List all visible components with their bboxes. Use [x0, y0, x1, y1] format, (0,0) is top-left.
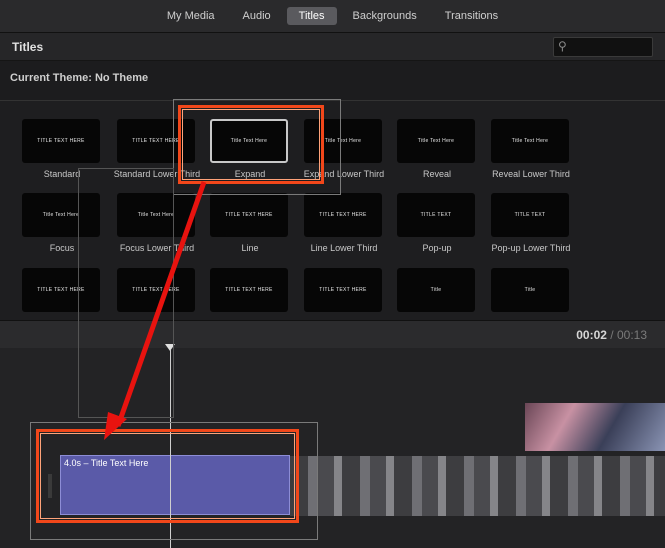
drag-arrow-overlay: [104, 181, 207, 440]
drag-arrow-line: [115, 181, 207, 427]
